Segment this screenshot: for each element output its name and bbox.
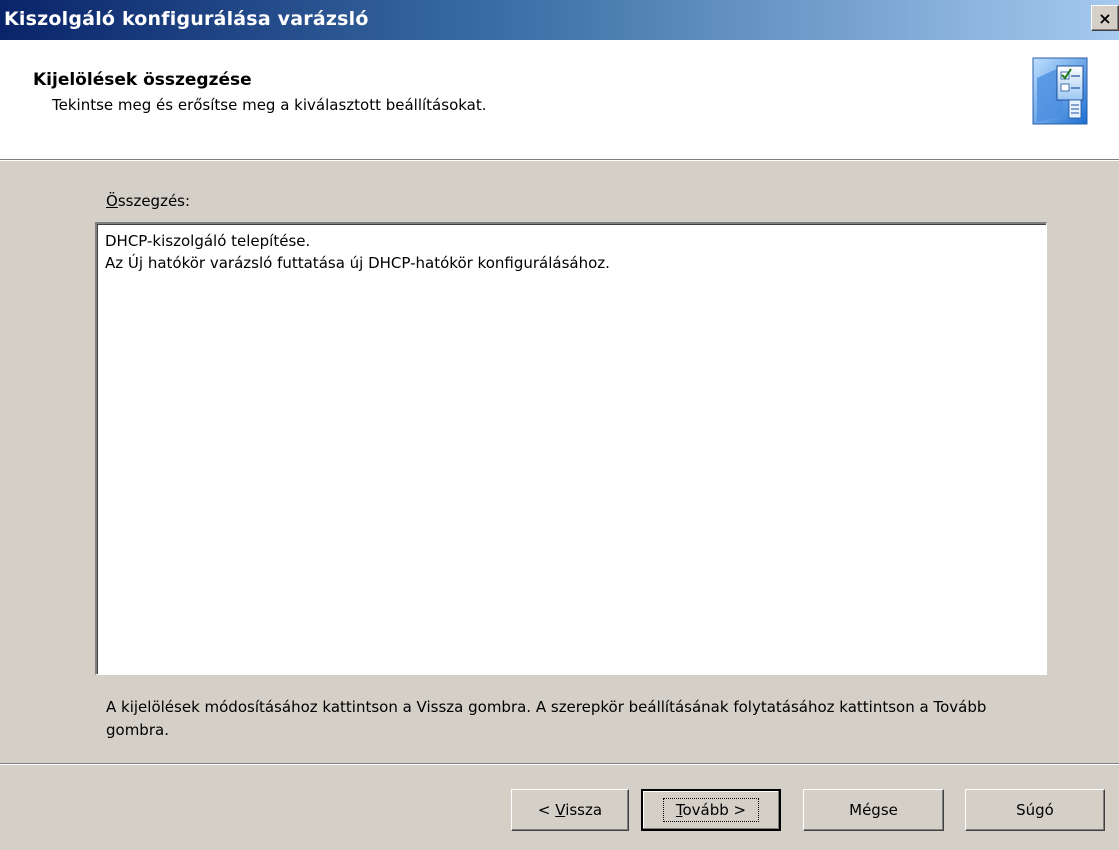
back-button-access-key: V [555, 801, 566, 819]
summary-line: DHCP-kiszolgáló telepítése. [105, 232, 311, 250]
title-bar[interactable]: Kiszolgáló konfigurálása varázsló × [0, 0, 1119, 40]
next-button-rest: ovább > [682, 801, 747, 819]
cancel-button[interactable]: Mégse [803, 789, 944, 831]
next-button[interactable]: Tovább > [641, 789, 781, 831]
footer-divider-highlight [0, 764, 1119, 765]
summary-textbox[interactable]: DHCP-kiszolgáló telepítése. Az Új hatókö… [95, 222, 1047, 675]
instruction-text: A kijelölések módosításához kattintson a… [106, 698, 987, 739]
summary-label-access-key: Ö [106, 192, 118, 210]
page-subtitle: Tekintse meg és erősítse meg a kiválaszt… [52, 96, 487, 114]
close-icon: × [1098, 8, 1112, 28]
wizard-header: Kijelölések összegzése Tekintse meg és e… [0, 40, 1119, 160]
cancel-button-label: Mégse [849, 801, 898, 819]
back-button[interactable]: < Vissza [511, 789, 629, 831]
summary-line: Az Új hatókör varázsló futtatása új DHCP… [105, 254, 610, 272]
help-button-label: Súgó [1016, 801, 1054, 819]
back-button-prefix: < [537, 801, 556, 819]
back-button-label: < Vissza [538, 801, 602, 819]
window-title: Kiszolgáló konfigurálása varázsló [4, 8, 369, 30]
summary-label: Összegzés: [106, 192, 190, 210]
next-button-label: Tovább > [662, 798, 760, 822]
summary-label-rest: sszegzés: [117, 192, 191, 210]
header-divider [0, 160, 1119, 161]
wizard-checklist-icon [1032, 57, 1088, 125]
back-button-rest: issza [565, 801, 603, 819]
close-button[interactable]: × [1091, 5, 1119, 31]
help-button[interactable]: Súgó [965, 789, 1105, 831]
page-title: Kijelölések összegzése [33, 70, 252, 90]
